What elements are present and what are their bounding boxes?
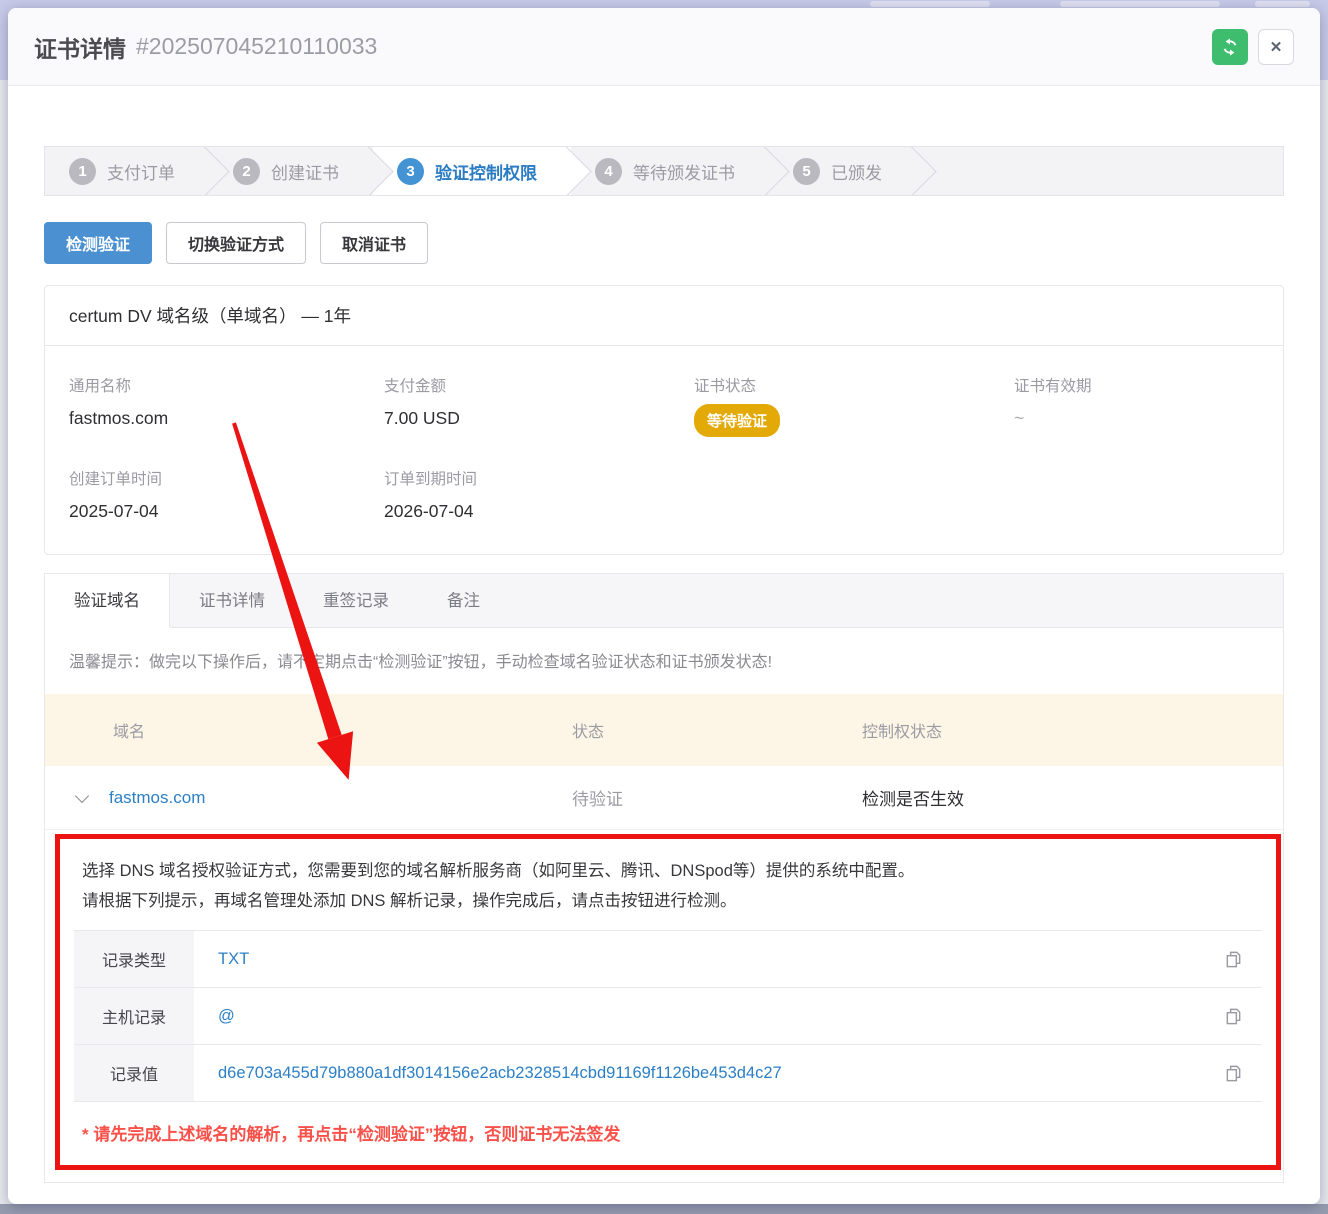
field-certificate-status: 证书状态 等待验证 [694, 374, 1014, 437]
modal-header: 证书详情 #202507045210110033 ✕ [8, 8, 1320, 86]
domain-table-header: 域名 状态 控制权状态 [45, 694, 1283, 766]
modal-body: 1 支付订单 2 创建证书 3 验证控制权限 4 等待颁发证书 5 已颁发 [8, 86, 1320, 1183]
dns-instructions: 选择 DNS 域名授权验证方式，您需要到您的域名解析服务商（如阿里云、腾讯、DN… [74, 855, 1262, 930]
certificate-detail-modal: 证书详情 #202507045210110033 ✕ [8, 8, 1320, 1204]
record-host-value: @ [194, 1007, 1204, 1026]
record-row-value: 记录值 d6e703a455d79b880a1df3014156e2acb232… [74, 1045, 1262, 1102]
copy-icon [1224, 1064, 1243, 1083]
tab-notes[interactable]: 备注 [418, 574, 509, 627]
step-verify-control: 3 验证控制权限 [373, 147, 571, 195]
domain-table-row: fastmos.com 待验证 检测是否生效 [45, 766, 1283, 830]
certificate-info-card: certum DV 域名级（单域名） — 1年 通用名称 fastmos.com… [44, 285, 1284, 555]
dns-instruction-line2: 请根据下列提示，再域名管理处添加 DNS 解析记录，操作完成后，请点击按钮进行检… [82, 887, 1254, 917]
copy-icon [1224, 950, 1243, 969]
action-buttons: 检测验证 切换验证方式 取消证书 [44, 222, 1284, 264]
field-payment-amount: 支付金额 7.00 USD [384, 374, 694, 437]
record-type-value: TXT [194, 950, 1204, 969]
copy-record-host-button[interactable] [1204, 1007, 1262, 1026]
refresh-icon [1220, 37, 1240, 57]
modal-title: 证书详情 [34, 30, 126, 64]
product-title: certum DV 域名级（单域名） — 1年 [45, 286, 1283, 346]
refresh-button[interactable] [1212, 29, 1248, 65]
control-status-action[interactable]: 检测是否生效 [862, 785, 1283, 810]
record-txt-value: d6e703a455d79b880a1df3014156e2acb2328514… [194, 1064, 1204, 1083]
dns-warning-text: * 请先完成上述域名的解析，再点击“检测验证”按钮，否则证书无法签发 [82, 1120, 1254, 1145]
domain-status: 待验证 [572, 785, 862, 810]
field-order-expiry: 订单到期时间 2026-07-04 [384, 467, 694, 522]
close-button[interactable]: ✕ [1258, 29, 1294, 65]
domain-link[interactable]: fastmos.com [109, 788, 205, 808]
tab-bar: 验证域名 证书详情 重签记录 备注 [45, 574, 1283, 628]
copy-record-value-button[interactable] [1204, 1064, 1262, 1083]
background-ghost-text [870, 1, 990, 7]
cancel-certificate-button[interactable]: 取消证书 [320, 222, 428, 264]
copy-record-type-button[interactable] [1204, 950, 1262, 969]
header-actions: ✕ [1212, 29, 1294, 65]
tab-reissue-records[interactable]: 重签记录 [294, 574, 418, 627]
chevron-down-icon[interactable] [75, 788, 89, 802]
dns-instruction-line1: 选择 DNS 域名授权验证方式，您需要到您的域名解析服务商（如阿里云、腾讯、DN… [82, 857, 1254, 887]
dns-verification-panel: 选择 DNS 域名授权验证方式，您需要到您的域名解析服务商（如阿里云、腾讯、DN… [55, 834, 1281, 1170]
column-control-status: 控制权状态 [862, 718, 1283, 742]
step-issued: 5 已颁发 [769, 147, 916, 195]
field-order-created: 创建订单时间 2025-07-04 [69, 467, 384, 522]
background-ghost-text [1060, 1, 1220, 7]
step-number-badge: 4 [595, 158, 622, 185]
record-row-host: 主机记录 @ [74, 988, 1262, 1045]
step-pay-order: 1 支付订单 [45, 147, 209, 195]
step-number-badge: 1 [69, 158, 96, 185]
column-domain: 域名 [45, 718, 572, 742]
step-number-badge: 5 [793, 158, 820, 185]
step-wizard-filler [916, 147, 1283, 195]
step-number-badge: 2 [233, 158, 260, 185]
dns-record-table: 记录类型 TXT 主机记录 @ [74, 930, 1262, 1102]
check-verification-button[interactable]: 检测验证 [44, 222, 152, 264]
tab-certificate-detail[interactable]: 证书详情 [170, 574, 294, 627]
order-number: #202507045210110033 [136, 33, 377, 60]
step-create-cert: 2 创建证书 [209, 147, 373, 195]
background-ghost-text [1255, 1, 1310, 7]
step-wait-issue: 4 等待颁发证书 [571, 147, 769, 195]
tab-panel: 验证域名 证书详情 重签记录 备注 温馨提示：做完以下操作后，请不定期点击“检测… [44, 573, 1284, 1183]
tab-verify-domain[interactable]: 验证域名 [45, 574, 170, 628]
switch-verification-method-button[interactable]: 切换验证方式 [166, 222, 306, 264]
certificate-info-grid: 通用名称 fastmos.com 支付金额 7.00 USD 证书状态 等待验证… [45, 346, 1283, 554]
status-badge: 等待验证 [694, 404, 780, 437]
field-common-name: 通用名称 fastmos.com [69, 374, 384, 437]
tip-text: 温馨提示：做完以下操作后，请不定期点击“检测验证”按钮，手动检查域名验证状态和证… [45, 628, 1283, 694]
field-certificate-validity: 证书有效期 ~ [1014, 374, 1259, 437]
close-icon: ✕ [1270, 38, 1283, 56]
step-number-badge: 3 [397, 158, 424, 185]
record-row-type: 记录类型 TXT [74, 931, 1262, 988]
copy-icon [1224, 1007, 1243, 1026]
column-status: 状态 [572, 718, 862, 742]
step-wizard: 1 支付订单 2 创建证书 3 验证控制权限 4 等待颁发证书 5 已颁发 [44, 146, 1284, 196]
